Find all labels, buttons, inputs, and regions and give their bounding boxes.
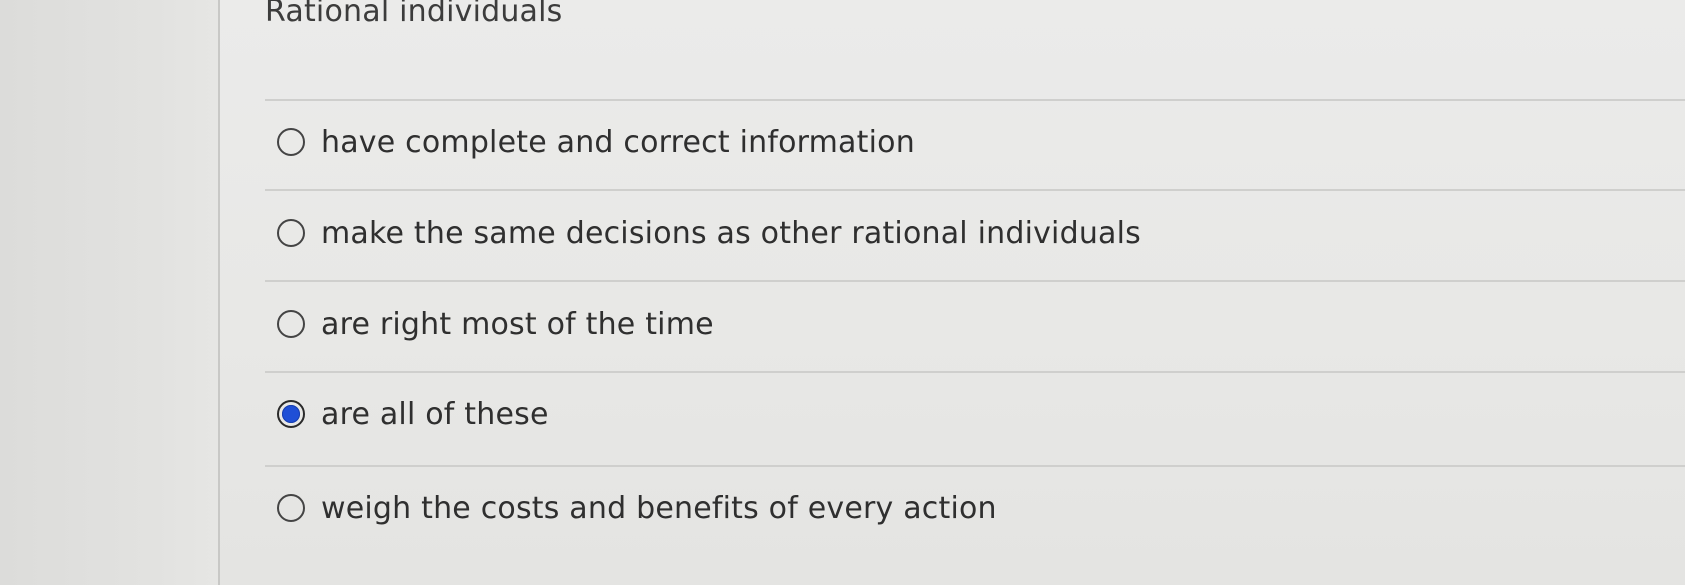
radio-unchecked-icon[interactable]: [277, 219, 305, 247]
radio-checked-icon[interactable]: [277, 400, 305, 428]
radio-unchecked-icon[interactable]: [277, 310, 305, 338]
option-right-most-of-time[interactable]: are right most of the time: [277, 302, 714, 346]
option-label: weigh the costs and benefits of every ac…: [321, 490, 997, 526]
radio-unchecked-icon[interactable]: [277, 494, 305, 522]
option-all-of-these[interactable]: are all of these: [277, 392, 549, 436]
option-label: have complete and correct information: [321, 124, 915, 160]
option-divider: [265, 99, 1685, 101]
option-divider: [265, 371, 1685, 373]
option-label: are right most of the time: [321, 306, 714, 342]
question-title: Rational individuals: [265, 0, 563, 29]
option-complete-information[interactable]: have complete and correct information: [277, 120, 915, 164]
option-label: are all of these: [321, 396, 549, 432]
option-same-decisions[interactable]: make the same decisions as other rationa…: [277, 211, 1141, 255]
left-gutter: [0, 0, 218, 585]
radio-unchecked-icon[interactable]: [277, 128, 305, 156]
option-divider: [265, 189, 1685, 191]
option-weigh-costs-benefits[interactable]: weigh the costs and benefits of every ac…: [277, 486, 997, 530]
option-label: make the same decisions as other rationa…: [321, 215, 1141, 251]
option-divider: [265, 465, 1685, 467]
option-divider: [265, 280, 1685, 282]
